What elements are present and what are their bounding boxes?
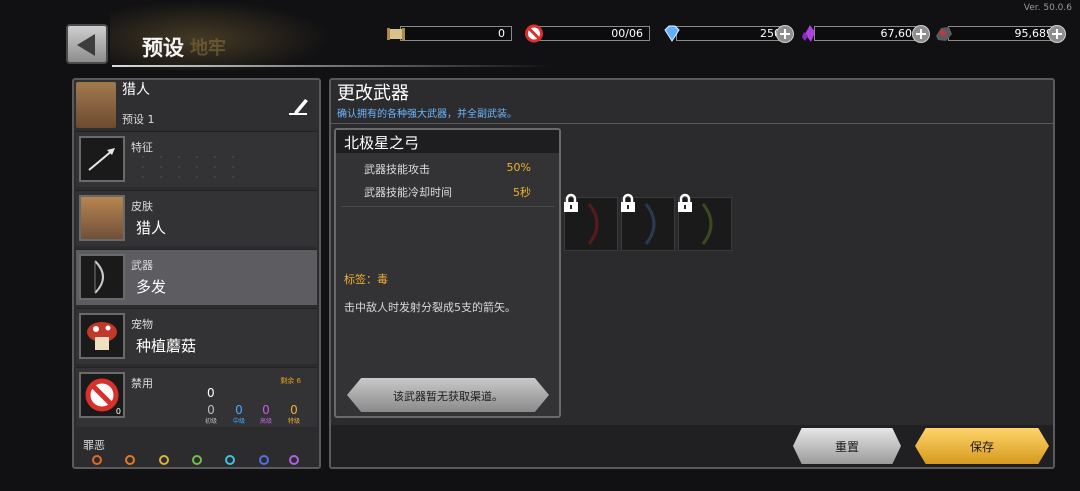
stat-label: 武器技能攻击 — [364, 163, 430, 176]
slot-pet-label: 宠物 — [131, 318, 153, 331]
ban-badge: 0 — [115, 407, 121, 416]
slot-skin-label: 皮肤 — [131, 200, 153, 213]
panel-divider — [331, 123, 1053, 124]
page-title: 预设 — [142, 36, 184, 60]
crystal-icon — [802, 25, 815, 42]
resource-scroll: 0 — [386, 24, 512, 43]
mushroom-icon — [87, 322, 117, 350]
sin-dot — [125, 455, 135, 465]
resource-ore-value: 95,689 — [948, 26, 1060, 41]
panel-title: 更改武器 — [337, 83, 409, 104]
tier-special: 0 特级 — [287, 403, 300, 425]
stat-value: 50% — [506, 161, 531, 174]
stat-value: 5秒 — [513, 186, 531, 199]
reset-label: 重置 — [834, 440, 859, 454]
trait-thumb — [79, 136, 125, 182]
pet-thumb — [79, 313, 125, 359]
ban-total: 0 — [207, 386, 215, 400]
lock-icon — [564, 193, 578, 212]
tier-mid: 0 中级 — [232, 403, 245, 425]
ban-icon — [525, 24, 543, 43]
sin-dot — [289, 455, 299, 465]
sin-dot — [259, 455, 269, 465]
resource-ban-value: 00/06 — [538, 26, 650, 41]
hero-preset: 预设 1 — [122, 113, 155, 126]
lock-icon — [678, 193, 692, 212]
unavailable-label: 该武器暂无获取渠道。 — [393, 390, 503, 403]
ore-icon — [936, 27, 952, 41]
sin-label: 罪恶 — [83, 439, 105, 452]
trait-empty-dots — [134, 152, 244, 182]
resource-gems: 250 — [662, 24, 798, 43]
resource-crystals: 67,600 — [800, 24, 932, 43]
slot-skin-value: 猎人 — [136, 219, 167, 237]
save-label: 保存 — [969, 440, 994, 454]
weapon-tag: 标签：毒 — [344, 273, 388, 286]
tier-high: 0 高级 — [259, 403, 272, 425]
resource-scroll-value: 0 — [400, 26, 512, 41]
add-crystals-button[interactable] — [912, 25, 930, 43]
add-gems-button[interactable] — [776, 25, 794, 43]
sin-dots — [92, 455, 312, 465]
slot-pet[interactable]: 宠物 种植蘑菇 — [76, 308, 317, 364]
slot-ban-label: 禁用 — [131, 377, 153, 390]
sin-dot — [92, 455, 102, 465]
bow-icon — [94, 260, 104, 294]
resource-crystals-value: 67,600 — [814, 26, 926, 41]
slot-weapon-value: 多发 — [136, 278, 167, 296]
slot-pet-value: 种植蘑菇 — [136, 337, 197, 355]
ban-remaining: 剩余 6 — [280, 377, 301, 385]
weapon-thumb — [79, 254, 125, 300]
slot-trait[interactable]: 特征 — [76, 131, 317, 187]
resource-ban: 00/06 — [524, 24, 650, 43]
sin-dot — [225, 455, 235, 465]
hero-name: 猎人 — [122, 82, 150, 98]
diamond-icon — [664, 25, 680, 42]
arrow-icon — [88, 148, 115, 171]
title-underline — [112, 65, 552, 67]
panel-subtitle: 确认拥有的各种强大武器，并全副武装。 — [337, 109, 517, 120]
slot-ban[interactable]: 0 禁用 剩余 6 0 0 初级 0 中级 0 高级 0 特级 — [76, 367, 317, 427]
ban-thumb: 0 — [79, 372, 125, 418]
weapon-name: 北极星之弓 — [344, 134, 420, 152]
resource-ore: 95,689 — [934, 24, 1070, 43]
resource-gems-value: 250 — [676, 26, 788, 41]
scroll-icon — [387, 28, 405, 40]
hero-portrait — [76, 82, 116, 128]
page-ghost-title: 地牢 — [190, 38, 226, 59]
lock-icon — [621, 193, 635, 212]
skin-thumb — [79, 195, 125, 241]
version-label: Ver. 50.0.6 — [1023, 3, 1072, 13]
add-ore-button[interactable] — [1048, 25, 1066, 43]
back-button[interactable] — [66, 24, 108, 64]
slot-skin[interactable]: 皮肤 猎人 — [76, 190, 317, 246]
edit-icon[interactable] — [285, 96, 311, 116]
stat-label: 武器技能冷却时间 — [364, 186, 452, 199]
weapon-description: 击中敌人时发射分裂成5支的箭矢。 — [344, 301, 516, 314]
slot-weapon[interactable]: 武器 多发 — [76, 249, 317, 305]
sin-dot — [159, 455, 169, 465]
sin-dot — [192, 455, 202, 465]
tier-basic: 0 初级 — [204, 403, 217, 425]
tooltip-divider — [341, 206, 554, 207]
slot-weapon-label: 武器 — [131, 259, 153, 272]
